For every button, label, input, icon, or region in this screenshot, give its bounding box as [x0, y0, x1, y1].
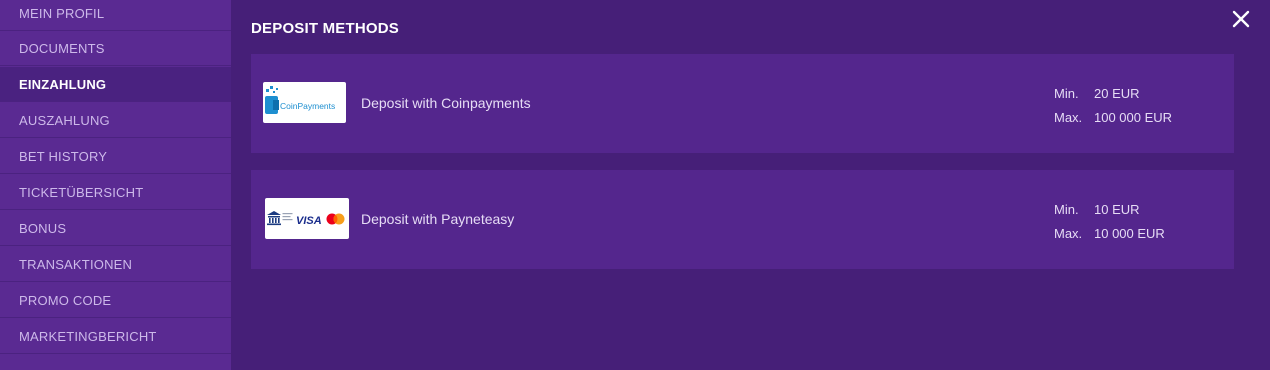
sidebar-item-einzahlung[interactable]: EINZAHLUNG	[0, 67, 231, 102]
limits: Min. 10 EUR Max. 10 000 EUR	[1054, 198, 1165, 246]
mastercard-icon	[326, 213, 345, 225]
visa-text: VISA	[296, 215, 322, 227]
deposit-method-coinpayments[interactable]: CoinPayments Deposit with Coinpayments M…	[251, 54, 1234, 153]
close-icon	[1232, 10, 1250, 28]
payment-cards-logo-icon: VISA	[267, 211, 345, 227]
close-button[interactable]	[1230, 8, 1252, 30]
coinpayments-logo: CoinPayments	[263, 82, 346, 123]
payneteasy-logo: VISA	[265, 198, 349, 239]
sidebar-item-bet-history[interactable]: BET HISTORY	[0, 139, 231, 174]
deposit-method-label: Deposit with Payneteasy	[361, 211, 515, 227]
sidebar-item-bonus[interactable]: BONUS	[0, 211, 231, 246]
max-label: Max.	[1054, 110, 1083, 125]
max-value: 10 000 EUR	[1094, 226, 1165, 241]
max-value: 100 000 EUR	[1094, 110, 1173, 125]
sidebar-item-ticketuebersicht[interactable]: TICKETÜBERSICHT	[0, 175, 231, 210]
min-value: 20 EUR	[1094, 86, 1140, 101]
sidebar-item-mein-profil[interactable]: MEIN PROFIL	[0, 0, 231, 31]
min-label: Min.	[1054, 86, 1079, 101]
bank-icon	[267, 211, 281, 226]
min-value: 10 EUR	[1094, 202, 1140, 217]
coinpayments-logo-icon: CoinPayments	[265, 86, 335, 114]
min-label: Min.	[1054, 202, 1079, 217]
sidebar: MEIN PROFIL DOCUMENTS EINZAHLUNG AUSZAHL…	[0, 0, 231, 370]
deposit-method-label: Deposit with Coinpayments	[361, 95, 531, 111]
page-title: DEPOSIT METHODS	[251, 20, 400, 37]
sidebar-item-transaktionen[interactable]: TRANSAKTIONEN	[0, 247, 231, 282]
sidebar-item-documents[interactable]: DOCUMENTS	[0, 31, 231, 66]
logo-text: CoinPayments	[280, 101, 335, 111]
max-label: Max.	[1054, 226, 1083, 241]
limits: Min. 20 EUR Max. 100 000 EUR	[1054, 82, 1172, 130]
deposit-method-payneteasy[interactable]: VISA Deposit with Payneteasy Min. 10 EUR…	[251, 170, 1234, 269]
sidebar-item-promo-code[interactable]: PROMO CODE	[0, 283, 231, 318]
sidebar-item-marketingbericht[interactable]: MARKETINGBERICHT	[0, 319, 231, 354]
sidebar-item-auszahlung[interactable]: AUSZAHLUNG	[0, 103, 231, 138]
